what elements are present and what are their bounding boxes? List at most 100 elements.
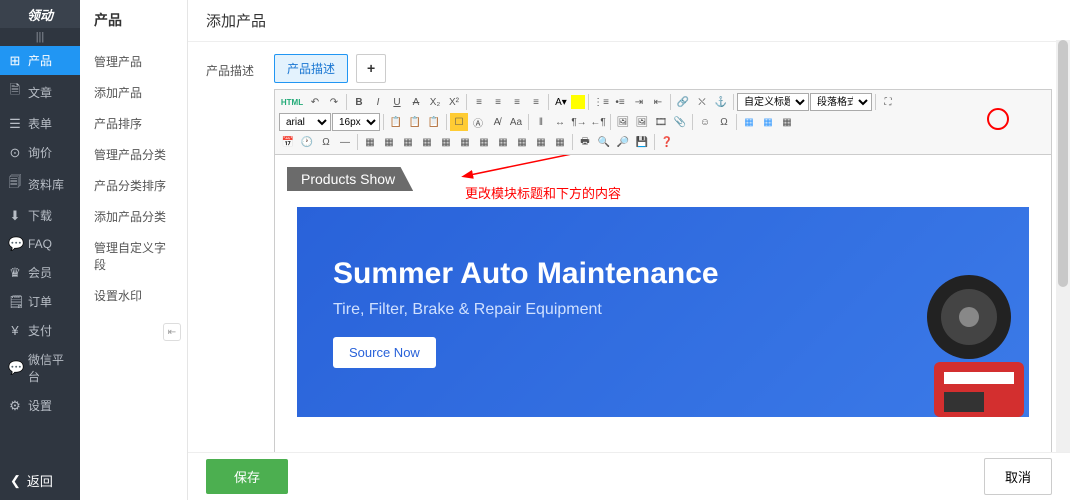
image-button[interactable]: 🖼 — [614, 113, 632, 131]
special-button[interactable]: Ω — [317, 133, 335, 151]
outdent-button[interactable]: ⇤ — [649, 93, 667, 111]
fullscreen-button[interactable]: ⛶ — [879, 93, 897, 111]
cancel-button[interactable]: 取消 — [984, 458, 1052, 495]
template-button[interactable]: ▦ — [740, 113, 758, 131]
editor-canvas[interactable]: 更改模块标题和下方的内容 Products Show Summer Auto M… — [274, 155, 1052, 488]
video-button[interactable]: 🎞 — [652, 113, 670, 131]
scrollbar-thumb[interactable] — [1058, 40, 1068, 287]
source-button[interactable]: HTML — [279, 93, 305, 111]
underline-button[interactable]: U — [388, 93, 406, 111]
template3-button[interactable]: ▦ — [778, 113, 796, 131]
section-heading[interactable]: Products Show — [287, 167, 413, 191]
del-col-button[interactable]: ▦ — [513, 133, 531, 151]
sub-item-add-product[interactable]: 添加产品 — [80, 77, 187, 108]
banner-block[interactable]: Summer Auto Maintenance Tire, Filter, Br… — [297, 207, 1029, 417]
format-select[interactable]: 段落格式 — [810, 93, 872, 111]
save-button[interactable]: 保存 — [206, 459, 288, 494]
emoji-button[interactable]: ☺ — [696, 113, 714, 131]
sidebar-item-library[interactable]: 🗐资料库 — [0, 167, 80, 201]
link-button[interactable]: 🔗 — [674, 93, 692, 111]
italic-button[interactable]: I — [369, 93, 387, 111]
paste-word-button[interactable]: 📋 — [425, 113, 443, 131]
find-button[interactable]: 🔎 — [614, 133, 632, 151]
save-draft-button[interactable]: 💾 — [633, 133, 651, 151]
sub-item-manage-category[interactable]: 管理产品分类 — [80, 139, 187, 170]
back-button[interactable]: ❮返回 — [0, 461, 80, 500]
table-delete-button[interactable]: ▦ — [399, 133, 417, 151]
sidebar-item-payment[interactable]: ¥支付 — [0, 316, 80, 345]
hr-button[interactable]: — — [336, 133, 354, 151]
sidebar-item-wechat[interactable]: 💬微信平台 — [0, 345, 80, 391]
time-button[interactable]: 🕐 — [298, 133, 316, 151]
table-button[interactable]: ▦ — [361, 133, 379, 151]
direction-rtl-button[interactable]: ←¶ — [589, 113, 607, 131]
align-justify-button[interactable]: ≡ — [527, 93, 545, 111]
font-family-select[interactable]: arial — [279, 113, 331, 131]
clear-format-button[interactable]: Ⓐ — [469, 113, 487, 131]
select-all-button[interactable]: ☐ — [450, 113, 468, 131]
paste-button[interactable]: 📋 — [387, 113, 405, 131]
row-after-button[interactable]: ▦ — [437, 133, 455, 151]
date-button[interactable]: 📅 — [279, 133, 297, 151]
sidebar-item-form[interactable]: ☰表单 — [0, 109, 80, 138]
line-height-button[interactable]: ‖ — [532, 113, 550, 131]
sidebar-item-inquiry[interactable]: ⊙询价 — [0, 138, 80, 167]
subscript-button[interactable]: X₂ — [426, 93, 444, 111]
letter-spacing-button[interactable]: ↔ — [551, 113, 569, 131]
align-center-button[interactable]: ≡ — [489, 93, 507, 111]
attachment-button[interactable]: 📎 — [671, 113, 689, 131]
sub-item-custom-fields[interactable]: 管理自定义字段 — [80, 232, 187, 280]
split-button[interactable]: ▦ — [551, 133, 569, 151]
ordered-list-button[interactable]: ⋮≡ — [592, 93, 610, 111]
tab-add-button[interactable]: + — [356, 54, 386, 83]
unlink-button[interactable]: ⛌ — [693, 93, 711, 111]
tab-product-desc[interactable]: 产品描述 — [274, 54, 348, 83]
sidebar-item-article[interactable]: 🗎文章 — [0, 75, 80, 109]
bg-color-button[interactable] — [571, 95, 585, 109]
sidebar-item-product[interactable]: ⊞产品 — [0, 46, 80, 75]
indent-button[interactable]: ⇥ — [630, 93, 648, 111]
special-char-button[interactable]: Ω — [715, 113, 733, 131]
direction-ltr-button[interactable]: ¶→ — [570, 113, 588, 131]
vertical-scrollbar[interactable] — [1056, 40, 1070, 452]
sidebar-item-order[interactable]: 🗒订单 — [0, 287, 80, 316]
anchor-button[interactable]: ⚓ — [712, 93, 730, 111]
banner-cta-button[interactable]: Source Now — [333, 337, 436, 368]
table-insert-button[interactable]: ▦ — [380, 133, 398, 151]
superscript-button[interactable]: X² — [445, 93, 463, 111]
paste-text-button[interactable]: 📋 — [406, 113, 424, 131]
align-left-button[interactable]: ≡ — [470, 93, 488, 111]
del-row-button[interactable]: ▦ — [494, 133, 512, 151]
font-size-select[interactable]: 16px — [332, 113, 380, 131]
col-before-button[interactable]: ▦ — [456, 133, 474, 151]
sub-item-watermark[interactable]: 设置水印 — [80, 280, 187, 311]
heading-select[interactable]: 自定义标题 — [737, 93, 809, 111]
bold-button[interactable]: B — [350, 93, 368, 111]
sidebar-collapse-icon[interactable]: ||| — [0, 28, 80, 46]
sub-item-add-category[interactable]: 添加产品分类 — [80, 201, 187, 232]
remove-format-button[interactable]: A̸ — [488, 113, 506, 131]
help-button[interactable]: ❓ — [658, 133, 676, 151]
template2-button[interactable]: ▦ — [759, 113, 777, 131]
merge-button[interactable]: ▦ — [532, 133, 550, 151]
sidebar-item-settings[interactable]: ⚙设置 — [0, 391, 80, 420]
sidebar-item-faq[interactable]: 💬FAQ — [0, 230, 80, 258]
print-button[interactable]: 🖶 — [576, 133, 594, 151]
sub-sidebar-toggle[interactable]: ⇤ — [163, 323, 181, 341]
undo-button[interactable]: ↶ — [306, 93, 324, 111]
align-right-button[interactable]: ≡ — [508, 93, 526, 111]
font-case-button[interactable]: Aa — [507, 113, 525, 131]
image-upload-button[interactable]: 🖼 — [633, 113, 651, 131]
sidebar-item-member[interactable]: ♛会员 — [0, 258, 80, 287]
preview-button[interactable]: 🔍 — [595, 133, 613, 151]
font-color-button[interactable]: A▾ — [552, 93, 570, 111]
redo-button[interactable]: ↷ — [325, 93, 343, 111]
strike-button[interactable]: A — [407, 93, 425, 111]
sub-item-manage-product[interactable]: 管理产品 — [80, 46, 187, 77]
sidebar-item-download[interactable]: ⬇下载 — [0, 201, 80, 230]
col-after-button[interactable]: ▦ — [475, 133, 493, 151]
sub-item-sort-product[interactable]: 产品排序 — [80, 108, 187, 139]
row-before-button[interactable]: ▦ — [418, 133, 436, 151]
sub-item-sort-category[interactable]: 产品分类排序 — [80, 170, 187, 201]
unordered-list-button[interactable]: •≡ — [611, 93, 629, 111]
